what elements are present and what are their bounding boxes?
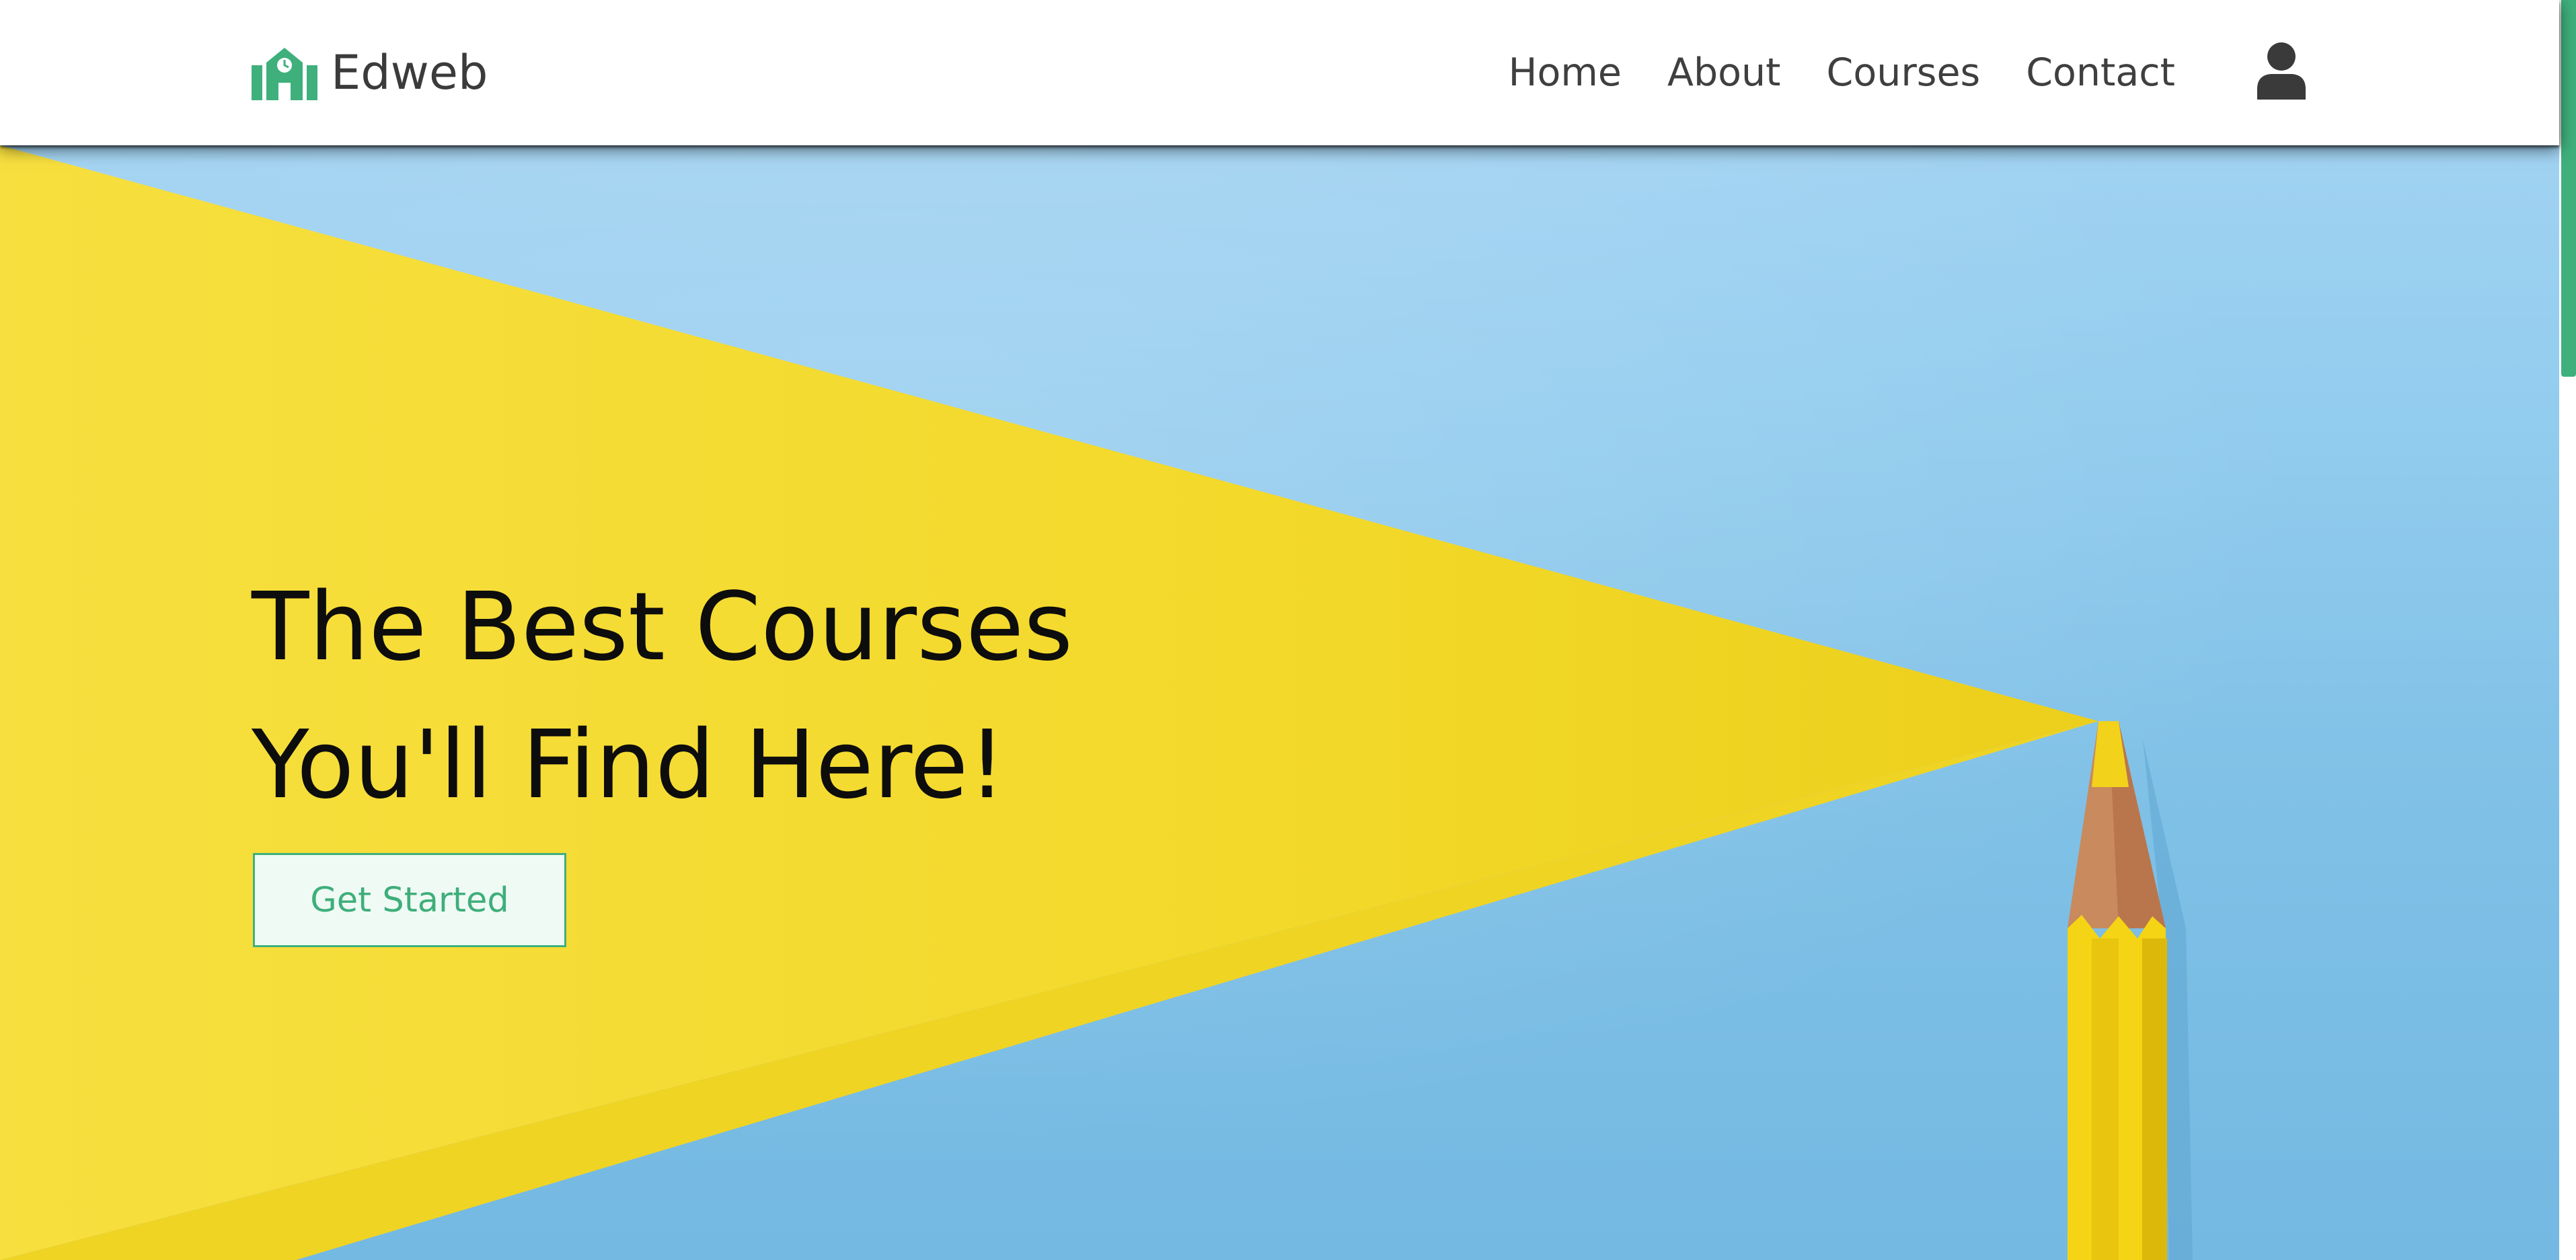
page-scrollbar-thumb[interactable]	[2561, 0, 2576, 377]
top-navbar: Edweb Home About Courses Contact	[0, 0, 2559, 145]
school-building-icon	[252, 48, 317, 100]
get-started-button[interactable]: Get Started	[253, 853, 566, 947]
user-icon	[2257, 42, 2306, 100]
hero-title: The Best Courses You'll Find Here!	[252, 558, 1073, 834]
nav-link-courses[interactable]: Courses	[1827, 50, 1981, 95]
user-account-button[interactable]	[2256, 42, 2307, 100]
nav-link-home[interactable]: Home	[1509, 50, 1622, 95]
hero-title-line-1: The Best Courses	[252, 572, 1073, 682]
nav-link-contact[interactable]: Contact	[2026, 50, 2175, 95]
brand-logo-link[interactable]: Edweb	[252, 40, 488, 105]
hero-title-line-2: You'll Find Here!	[252, 710, 1006, 820]
brand-name: Edweb	[331, 45, 488, 100]
page: Edweb Home About Courses Contact The Bes…	[0, 0, 2576, 1260]
nav-link-about[interactable]: About	[1667, 50, 1781, 95]
nav-links: Home About Courses Contact	[1509, 40, 2175, 105]
